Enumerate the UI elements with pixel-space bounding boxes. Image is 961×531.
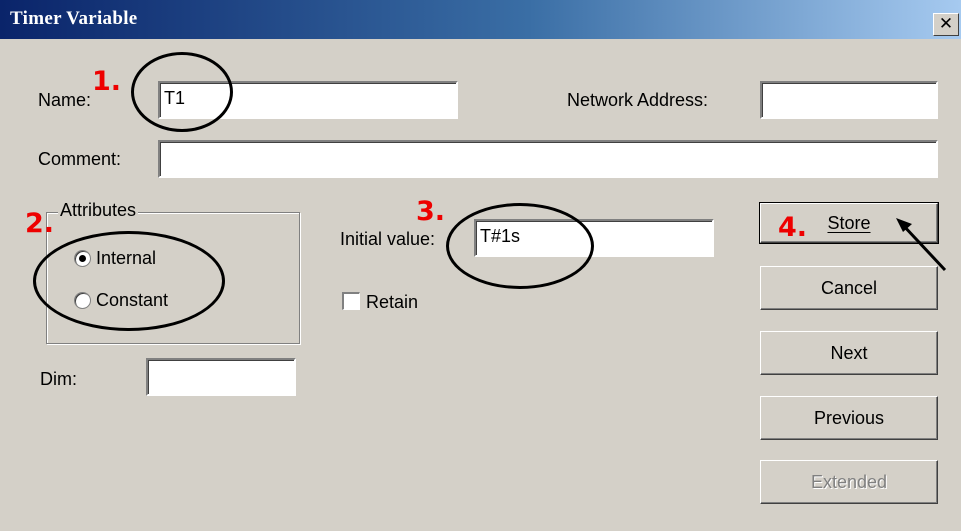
previous-button[interactable]: Previous	[760, 396, 938, 440]
name-label: Name:	[38, 90, 92, 110]
timer-variable-dialog: Timer Variable ✕ Name: T1 Network Addres…	[0, 0, 961, 531]
retain-label[interactable]: Retain	[366, 292, 418, 313]
annotation-circle-name	[131, 52, 233, 132]
extended-button: Extended	[760, 460, 938, 504]
retain-checkbox[interactable]	[342, 292, 360, 310]
annotation-circle-attributes	[33, 231, 225, 331]
store-button-label: Store	[827, 213, 871, 233]
next-button[interactable]: Next	[760, 331, 938, 375]
comment-input[interactable]	[158, 140, 938, 178]
extended-button-label: Extended	[810, 472, 888, 492]
network-address-input[interactable]	[760, 81, 938, 119]
title-bar[interactable]: Timer Variable ✕	[0, 0, 961, 39]
comment-label: Comment:	[38, 149, 122, 169]
dim-label: Dim:	[40, 369, 77, 389]
annotation-circle-initial-value	[446, 203, 594, 289]
close-icon[interactable]: ✕	[933, 13, 959, 36]
window-title: Timer Variable	[10, 8, 138, 29]
network-address-label: Network Address:	[567, 90, 709, 110]
initial-value-label: Initial value:	[340, 229, 436, 249]
annotation-step-1: 1.	[92, 66, 122, 97]
previous-button-label: Previous	[813, 408, 885, 428]
dim-input[interactable]	[146, 358, 296, 396]
attributes-group-title: Attributes	[58, 200, 139, 221]
annotation-step-4: 4.	[778, 212, 808, 243]
annotation-arrow-icon	[896, 218, 947, 272]
cancel-button-label: Cancel	[820, 278, 878, 298]
annotation-step-2: 2.	[25, 208, 55, 239]
annotation-step-3: 3.	[416, 196, 446, 227]
next-button-label: Next	[830, 343, 868, 363]
